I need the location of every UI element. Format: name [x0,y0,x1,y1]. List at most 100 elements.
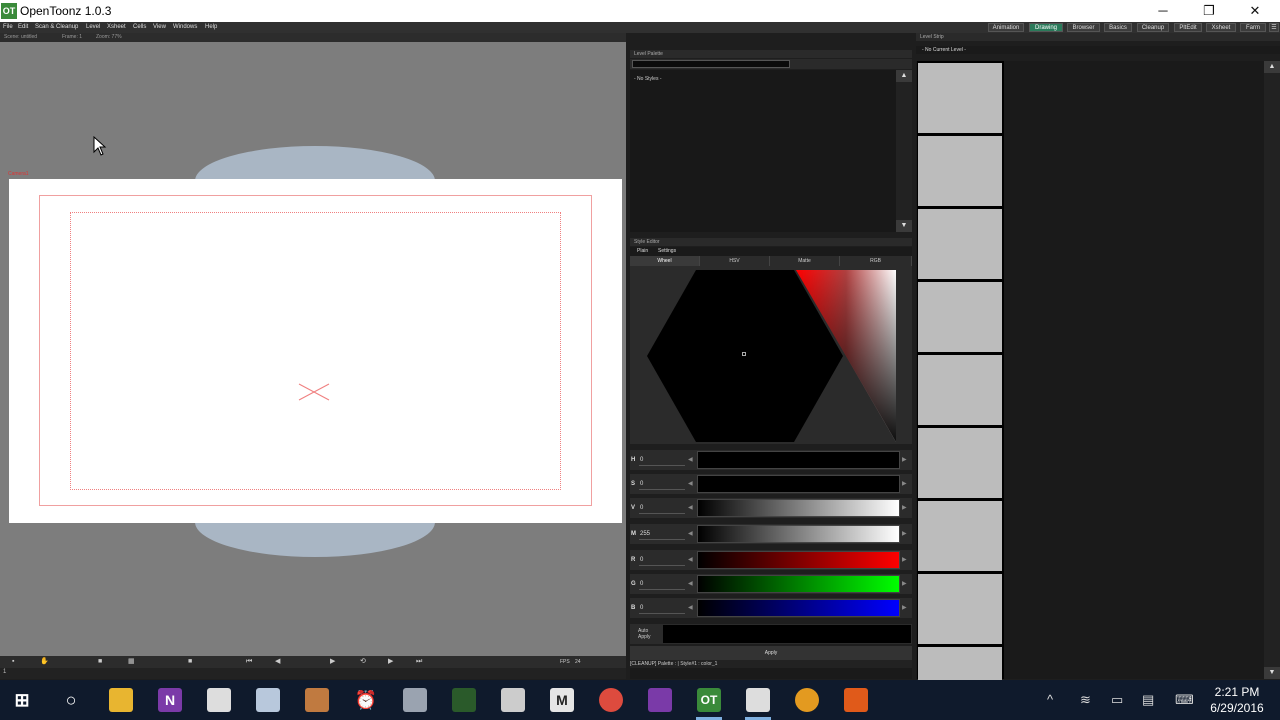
menu-windows[interactable]: Windows [173,22,197,33]
grid-icon[interactable]: ▦ [128,658,135,666]
s-left-arrow-icon[interactable]: ◀ [688,480,693,487]
level-strip-frame-cell[interactable] [918,209,1002,279]
level-strip-frame-cell[interactable] [918,136,1002,206]
h-slider-bar[interactable] [697,451,900,469]
r-left-arrow-icon[interactable]: ◀ [688,556,693,563]
menu-file[interactable]: File [3,22,13,33]
microphone-icon[interactable] [844,688,868,712]
image-viewer-icon[interactable] [746,688,770,712]
presentation-icon[interactable] [501,688,525,712]
b-right-arrow-icon[interactable]: ▶ [902,604,907,611]
mode-tab-hsv[interactable]: HSV [700,256,770,266]
room-tab-animation[interactable]: Animation [988,23,1024,32]
room-tab-cleanup[interactable]: Cleanup [1137,23,1169,32]
m-value[interactable]: 255 [640,531,650,537]
viewer-frame-slider[interactable]: 1 [0,668,626,679]
close-button[interactable]: ✕ [1232,0,1278,22]
next-frame-icon[interactable]: ▶ [388,658,393,666]
slider-v[interactable]: V 0 ◀ ▶ [630,498,912,518]
color-wheel-area[interactable] [630,266,912,444]
m-left-arrow-icon[interactable]: ◀ [688,530,693,537]
app-icon[interactable] [795,688,819,712]
wifi-icon[interactable]: ≋ [1080,692,1091,708]
minimize-button[interactable]: ─ [1140,0,1186,22]
mode-tab-rgb[interactable]: RGB [840,256,912,266]
keyboard-icon[interactable]: ⌨ [1175,692,1194,708]
h-value[interactable]: 0 [640,457,643,463]
menu-cells[interactable]: Cells [133,22,146,33]
paint-icon[interactable] [403,688,427,712]
h-field[interactable] [639,454,685,466]
room-tab-xsheet[interactable]: Xsheet [1206,23,1236,32]
apply-button[interactable]: Apply [630,646,912,660]
prev-frame-icon[interactable]: ◀ [275,658,280,666]
s-value[interactable]: 0 [640,481,643,487]
b-value[interactable]: 0 [640,605,643,611]
play-icon[interactable]: ▶ [330,658,335,666]
movie-icon[interactable] [452,688,476,712]
hand-icon[interactable]: ✋ [40,658,49,666]
tab-settings[interactable]: Settings [658,247,676,256]
chrome-icon[interactable] [599,688,623,712]
r-field[interactable] [639,554,685,566]
menu-edit[interactable]: Edit [18,22,28,33]
room-tab-farm[interactable]: Farm [1240,23,1266,32]
v-right-arrow-icon[interactable]: ▶ [902,504,907,511]
b-left-arrow-icon[interactable]: ◀ [688,604,693,611]
first-frame-icon[interactable]: ⏮ [246,658,252,666]
tab-plain[interactable]: Plain [637,247,648,256]
flip-icon[interactable]: ▪ [12,658,14,666]
r-slider-bar[interactable] [697,551,900,569]
menu-level[interactable]: Level [86,22,100,33]
menu-help[interactable]: Help [205,22,217,33]
strip-scroll-down-icon[interactable]: ▼ [1264,667,1280,679]
v-slider-bar[interactable] [697,499,900,517]
g-field[interactable] [639,578,685,590]
show-hidden-icons-icon[interactable]: ^ [1047,692,1053,707]
scroll-up-icon[interactable]: ▲ [896,70,912,82]
opentoonz-icon[interactable]: OT [697,688,721,712]
loop-icon[interactable]: ⟲ [360,658,366,666]
palette-name-field[interactable] [632,60,790,68]
g-right-arrow-icon[interactable]: ▶ [902,580,907,587]
frame-field[interactable]: 1 [3,669,6,675]
battery-icon[interactable]: ▭ [1111,692,1123,708]
fps-value[interactable]: 24 [575,658,581,666]
taskbar-clock[interactable]: 2:21 PM 6/29/2016 [1202,684,1272,716]
viewer-panel[interactable]: Camera1 [0,42,626,656]
m-right-arrow-icon[interactable]: ▶ [902,530,907,537]
scroll-down-icon[interactable]: ▼ [896,220,912,232]
slider-h[interactable]: H 0 ◀ ▶ [630,450,912,470]
last-frame-icon[interactable]: ⏭ [416,658,422,666]
r-right-arrow-icon[interactable]: ▶ [902,556,907,563]
windows-start-icon[interactable]: ⊞ [10,688,34,712]
r-value[interactable]: 0 [640,557,643,563]
palette-scrollbar[interactable]: ▲ ▼ [896,70,912,232]
visual-studio-icon[interactable] [648,688,672,712]
alarm-icon[interactable]: ⏰ [354,688,378,712]
mode-tab-wheel[interactable]: Wheel [630,256,700,266]
camera-canvas[interactable] [9,179,622,523]
v-value[interactable]: 0 [640,505,643,511]
slider-r[interactable]: R 0 ◀ ▶ [630,550,912,570]
file-explorer-icon[interactable] [109,688,133,712]
level-strip-frame-cell[interactable] [918,282,1002,352]
action-center-icon[interactable]: ▤ [1142,692,1154,708]
cortana-icon[interactable]: ○ [59,688,83,712]
auto-apply-checkbox[interactable]: Auto Apply [638,628,651,640]
stop-icon[interactable]: ■ [188,658,192,666]
m-slider-bar[interactable] [697,525,900,543]
rooms-menu-button[interactable]: ☰ [1269,23,1279,32]
room-tab-basics[interactable]: Basics [1104,23,1132,32]
s-slider-bar[interactable] [697,475,900,493]
menu-view[interactable]: View [153,22,166,33]
restore-button[interactable]: ❐ [1186,0,1232,22]
level-strip-frame-cell[interactable] [918,355,1002,425]
mode-tab-matte[interactable]: Matte [770,256,840,266]
room-tab-browser[interactable]: Browser [1067,23,1100,32]
slider-m[interactable]: M 255 ◀ ▶ [630,524,912,544]
preview-icon[interactable]: ■ [98,658,102,666]
level-strip-scrollbar[interactable]: ▲ ▼ [1264,61,1280,679]
level-strip-frame-cell[interactable] [918,574,1002,644]
photo-icon[interactable] [305,688,329,712]
